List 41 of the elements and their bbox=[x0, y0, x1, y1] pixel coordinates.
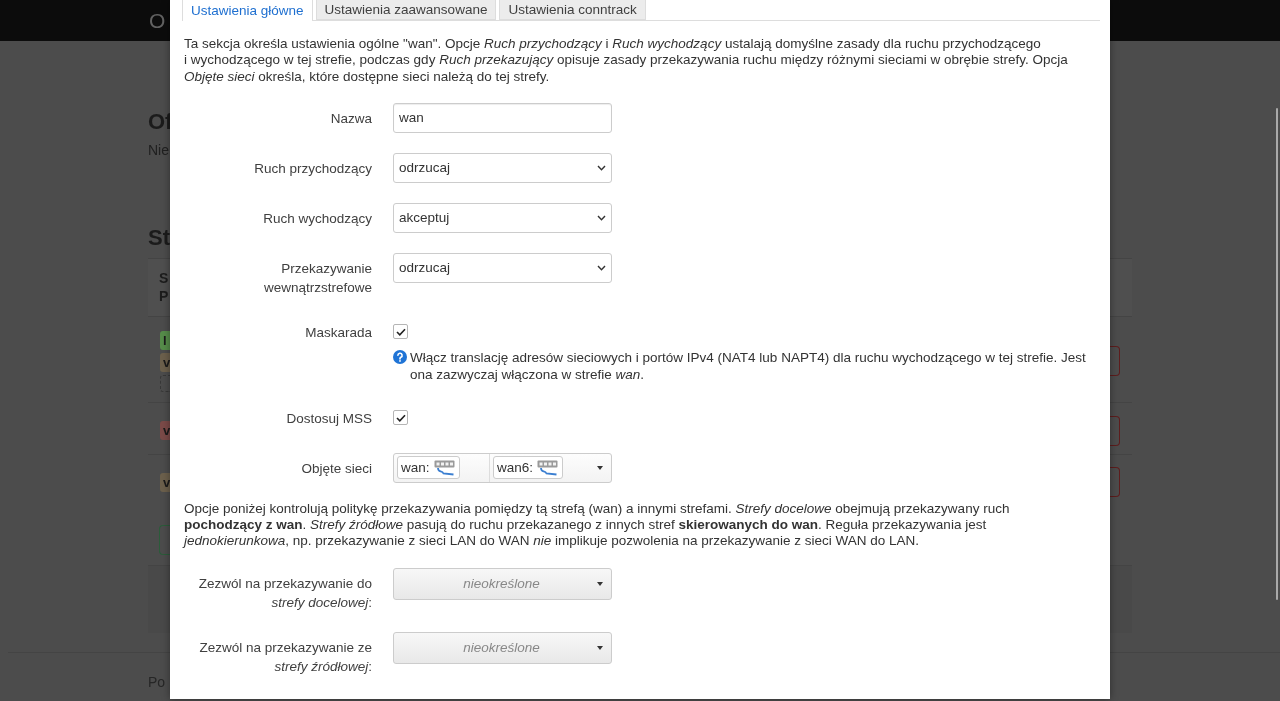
network-multiselect[interactable]: wan: wan6: bbox=[393, 452, 612, 483]
zone-badge: v bbox=[160, 473, 170, 492]
check-icon bbox=[395, 413, 406, 422]
scrollbar[interactable] bbox=[1276, 108, 1278, 600]
field-label: Ruch wychodzący bbox=[262, 209, 372, 228]
field-label: Maskarada bbox=[304, 323, 372, 342]
zone-badge: v bbox=[160, 353, 170, 372]
caret-down-icon bbox=[597, 465, 603, 470]
field-label: Zezwól na przekazywanie do strefy docelowej: bbox=[197, 574, 372, 612]
help-icon bbox=[393, 349, 407, 364]
chevron-down-icon bbox=[597, 264, 606, 271]
tab[interactable]: Ustawienia zaawansowane bbox=[315, 0, 497, 20]
checkbox[interactable] bbox=[393, 410, 408, 426]
checkbox[interactable] bbox=[393, 324, 408, 340]
field-label: Nazwa bbox=[329, 109, 372, 128]
zone-badge: v bbox=[160, 421, 170, 440]
network-name: wan6: bbox=[497, 460, 534, 476]
help-text: Włącz translację adresów sieciowych i portów IPv4 (NAT4 lub NAPT4) dla ruchu wychodzącego w tej strefie. Jest ona zazwyczaj włączona w strefie wan. bbox=[410, 348, 1087, 383]
caret-down-icon bbox=[597, 581, 603, 586]
network-port-icon bbox=[537, 459, 559, 476]
brand-title: O bbox=[149, 7, 166, 34]
zone-badge: l bbox=[160, 331, 170, 350]
chevron-down-icon bbox=[597, 164, 606, 171]
network-name: wan: bbox=[401, 460, 430, 476]
field-label: Zezwól na przekazywanie ze strefy źródłowej: bbox=[198, 638, 372, 676]
field-label: Ruch przychodzący bbox=[253, 159, 372, 178]
chevron-down-icon bbox=[597, 214, 606, 221]
field-label: Dostosuj MSS bbox=[285, 409, 372, 428]
intro-text: Ta sekcja określa ustawienia ogólne "wan". Opcje Ruch przychodzący i Ruch wychodzący ustalają domyślne zasady dla ruchu przychodzącego i wychodzącego w tej strefie, podczas gdy Ruch przekazujący opisuje zasady przekazywania ruchu między różnymi sieciami w obrębie strefy. Opcja Objęte sieci określa, które dostępne sieci należą do tej strefy. bbox=[184, 36, 1069, 85]
field-label: Objęte sieci bbox=[300, 459, 372, 478]
select-field[interactable]: odrzucaj bbox=[393, 252, 612, 283]
field-label: Przekazywanie wewnątrzstrefowe bbox=[262, 259, 372, 297]
network-port-icon bbox=[433, 459, 455, 476]
text-input[interactable]: wan bbox=[393, 102, 612, 133]
caret-down-icon bbox=[597, 645, 603, 650]
tab[interactable]: Ustawienia główne bbox=[182, 0, 313, 21]
forwarding-note: Opcje poniżej kontrolują politykę przekazywania pomiędzy tą strefą (wan) a innymi strefami. Strefy docelowe obejmują przekazywany ruch pochodzący z wan. Strefy źródłowe pasują do ruchu przekazanego z innych stref skierowanych do wan. Reguła przekazywania jest jednokierunkowa, np. przekazywanie z sieci LAN do WAN nie implikuje pozwolenia na przekazywanie z sieci WAN do LAN. bbox=[184, 500, 1011, 550]
select-field[interactable]: akceptuj bbox=[393, 202, 612, 233]
tab[interactable]: Ustawienia conntrack bbox=[499, 0, 646, 20]
select-field[interactable]: odrzucaj bbox=[393, 152, 612, 183]
check-icon bbox=[395, 327, 406, 336]
